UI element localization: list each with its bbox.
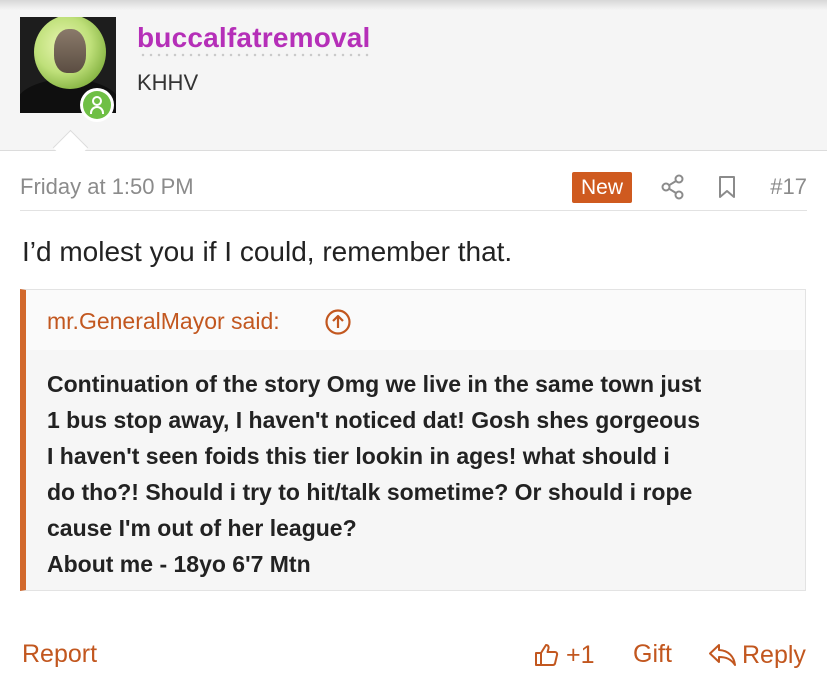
quote-line: do tho?! Should i try to hit/talk someti… (47, 479, 693, 505)
quote-line: Continuation of the story Omg we live in… (47, 371, 702, 397)
reaction-count: +1 (566, 640, 595, 669)
username-link[interactable]: buccalfatremoval (137, 22, 371, 57)
user-title: KHHV (137, 70, 199, 95)
like-button[interactable]: +1 (534, 639, 595, 671)
quote-line: 1 bus stop away, I haven't noticed dat! … (47, 407, 700, 433)
post-number-link[interactable]: #17 (770, 174, 807, 200)
quote-header: mr.GeneralMayor said: (26, 290, 805, 350)
online-dot (83, 91, 111, 119)
user-online-icon (80, 88, 114, 122)
reply-button[interactable]: Reply (708, 639, 806, 671)
quote-content: Continuation of the story Omg we live in… (47, 366, 787, 582)
post-body-text: I’d molest you if I could, remember that… (22, 236, 513, 267)
new-badge: New (572, 172, 633, 203)
thumbs-up-icon (535, 644, 559, 666)
arrow-up-circle-icon[interactable] (324, 308, 352, 336)
quote-line: I haven't seen foids this tier lookin in… (47, 443, 670, 469)
quote-line: About me - 18yo 6'7 Mtn (47, 551, 311, 577)
reply-arrow-icon (709, 644, 736, 666)
post-author-header: buccalfatremoval KHHV (0, 0, 827, 151)
share-icon[interactable] (660, 174, 686, 200)
bookmark-icon[interactable] (714, 174, 740, 200)
top-shadow (0, 0, 827, 10)
post-meta-bar: Friday at 1:50 PM New #17 (20, 170, 807, 211)
avatar-face (54, 29, 86, 73)
quote-attribution[interactable]: mr.GeneralMayor said: (47, 308, 280, 335)
post-date[interactable]: Friday at 1:50 PM (20, 174, 194, 200)
post-actions-bar: Report +1 Gift Reply (20, 635, 807, 675)
report-link[interactable]: Report (22, 640, 97, 669)
gift-link[interactable]: Gift (633, 640, 672, 669)
quote-line: cause I'm out of her league? (47, 515, 357, 541)
reply-label: Reply (742, 640, 806, 669)
quote-block: mr.GeneralMayor said: Continuation of th… (20, 289, 806, 591)
